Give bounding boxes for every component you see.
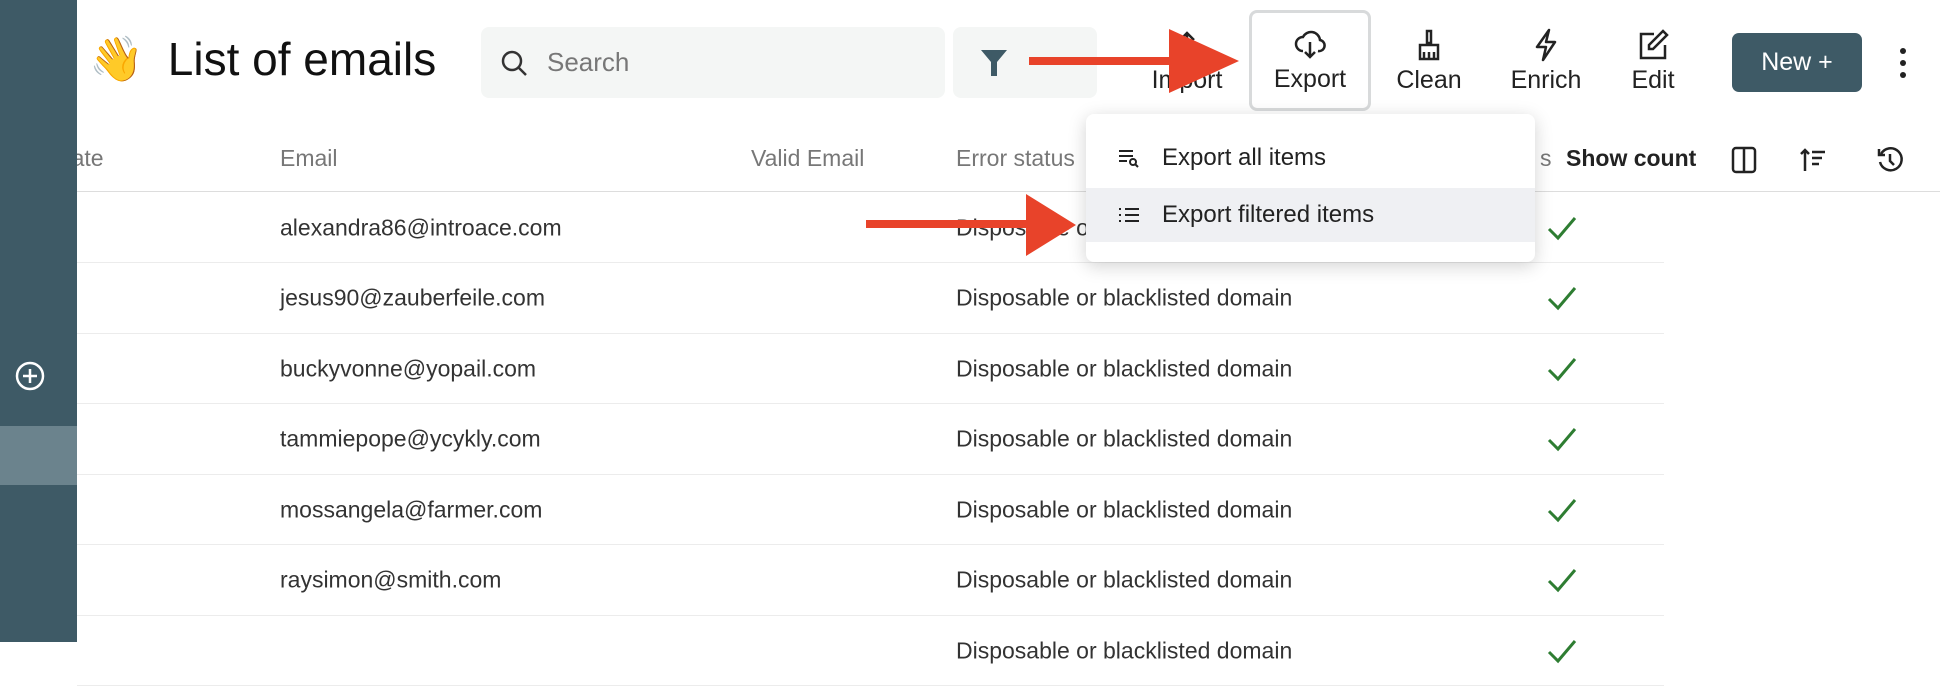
column-header-email[interactable]: Email <box>280 145 338 172</box>
export-all-items-option[interactable]: Export all items <box>1086 131 1535 185</box>
export-button[interactable]: Export <box>1249 10 1371 111</box>
broom-icon <box>1418 29 1440 60</box>
upload-icon <box>1174 30 1200 59</box>
column-header-matches[interactable]: s <box>1540 145 1552 172</box>
error-status-cell: Disposable or blacklisted domain <box>956 355 1293 381</box>
show-count-button[interactable]: Show count <box>1566 145 1696 172</box>
search-input[interactable] <box>547 47 907 78</box>
sidebar <box>0 0 77 642</box>
list-icon <box>1119 208 1139 222</box>
column-header-error-status[interactable]: Error status <box>956 145 1075 172</box>
table-row[interactable]: Disposable or blacklisted domain <box>77 616 1664 686</box>
sort-icon[interactable] <box>1800 147 1828 173</box>
filter-icon <box>981 49 1007 76</box>
email-cell: mossangela@farmer.com <box>280 496 543 522</box>
import-button[interactable]: Import <box>1132 14 1242 108</box>
export-all-items-label: Export all items <box>1162 144 1327 171</box>
export-label: Export <box>1273 65 1347 93</box>
list-search-icon <box>1119 150 1139 168</box>
clean-label: Clean <box>1396 65 1462 94</box>
columns-icon[interactable] <box>1731 146 1757 174</box>
checkmark-icon <box>1547 216 1577 240</box>
export-dropdown-menu: Export all items Export filtered items <box>1086 114 1535 262</box>
more-options-icon[interactable] <box>1895 45 1911 81</box>
clean-button[interactable]: Clean <box>1374 14 1484 108</box>
import-label: Import <box>1151 65 1223 94</box>
table-row[interactable]: raysimon@smith.com Disposable or blackli… <box>77 546 1664 616</box>
email-cell: buckyvonne@yopail.com <box>280 355 537 381</box>
export-filtered-items-option[interactable]: Export filtered items <box>1086 188 1535 242</box>
table-row[interactable]: jesus90@zauberfeile.com Disposable or bl… <box>77 264 1664 334</box>
checkmark-icon <box>1547 428 1577 452</box>
error-status-cell: Disposable or blacklisted domain <box>956 566 1293 593</box>
email-cell: raysimon@smith.com <box>280 566 502 593</box>
edit-label: Edit <box>1631 65 1675 94</box>
edit-button[interactable]: Edit <box>1598 14 1708 108</box>
checkmark-icon <box>1547 357 1577 381</box>
waving-hand-icon: 👋 <box>89 35 144 84</box>
checkmark-icon <box>1547 287 1577 311</box>
email-cell: alexandra86@introace.com <box>280 214 562 240</box>
new-button[interactable]: New + <box>1732 33 1862 92</box>
error-status-cell: Disposable or blacklisted domain <box>956 637 1293 663</box>
history-icon[interactable] <box>1876 146 1904 174</box>
column-header-valid-email[interactable]: Valid Email <box>751 145 864 172</box>
email-cell: tammiepope@ycykly.com <box>280 425 541 452</box>
error-status-cell: Disposable or blacklisted domain <box>956 425 1293 452</box>
checkmark-icon <box>1547 639 1577 663</box>
cloud-download-icon <box>1294 30 1326 59</box>
lightning-icon <box>1535 28 1557 61</box>
table-row[interactable]: buckyvonne@yopail.com Disposable or blac… <box>77 334 1664 404</box>
edit-icon <box>1639 28 1669 59</box>
page-title-text: List of emails <box>167 33 437 85</box>
checkmark-icon <box>1547 498 1577 522</box>
search-box[interactable] <box>481 27 945 98</box>
email-cell: jesus90@zauberfeile.com <box>280 284 545 311</box>
error-status-cell: Disposable or blacklisted domain <box>956 284 1293 311</box>
enrich-button[interactable]: Enrich <box>1491 14 1601 108</box>
header-divider <box>77 191 1940 192</box>
error-status-cell: Disposable or blacklisted domain <box>956 496 1293 522</box>
enrich-label: Enrich <box>1510 65 1582 94</box>
checkmark-icon <box>1547 569 1577 593</box>
page-title: 👋 List of emails <box>89 32 436 86</box>
table-row[interactable]: mossangela@farmer.com Disposable or blac… <box>77 475 1664 545</box>
filter-button[interactable] <box>953 27 1097 98</box>
search-icon <box>501 50 527 76</box>
table-row[interactable]: tammiepope@ycykly.com Disposable or blac… <box>77 405 1664 475</box>
sidebar-item-active[interactable] <box>0 426 77 485</box>
add-circle-icon[interactable] <box>14 360 46 392</box>
export-filtered-items-label: Export filtered items <box>1162 201 1375 228</box>
